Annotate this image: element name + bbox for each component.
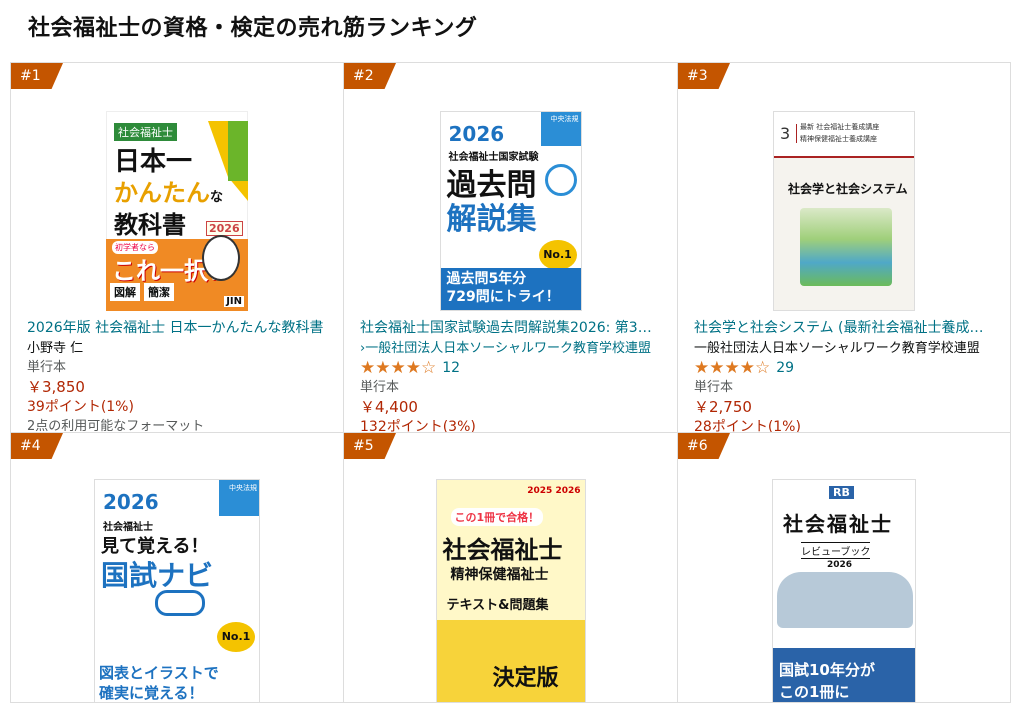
cover-sub: レビューブック xyxy=(801,542,871,559)
cover-main-2: 国試ナビ xyxy=(101,559,214,592)
ranking-grid: #1 社会福祉士 日本一 かんたんな 教科書 2026 初学者なら これ一択！ … xyxy=(10,62,1011,703)
cover-main-3: テキスト&問題集 xyxy=(446,598,549,613)
cover-tag: 中央法規 xyxy=(229,484,257,492)
other-formats-link[interactable]: 2点の利用可能なフォーマット xyxy=(27,417,333,432)
cover-tag-2: 簡潔 xyxy=(144,283,174,301)
cover-sub: 社会福祉士 xyxy=(103,522,153,533)
cover-year: 2026 xyxy=(103,490,159,514)
book-cover[interactable]: 3 最新 社会福祉士養成講座 精神保健福祉士養成講座 社会学と社会システム xyxy=(773,111,915,311)
book-cover[interactable]: 中央法規 2026 社会福祉士国家試験 過去問 解説集 No.1 過去問5年分 … xyxy=(439,111,582,311)
product-card-2[interactable]: #2 中央法規 2026 社会福祉士国家試験 過去問 解説集 No.1 過去問5… xyxy=(344,63,678,433)
cover-bottom-2: 確実に覚える！ xyxy=(99,684,204,702)
book-cover[interactable]: RB 社会福祉士 レビューブック 2026 国試10年分が この1冊に xyxy=(772,479,916,702)
cover-logo: RB xyxy=(829,486,854,499)
cover-bottom-1: 図表とイラストで xyxy=(99,664,219,682)
product-format: 単行本 xyxy=(360,380,400,395)
product-title[interactable]: 社会福祉士国家試験過去問解説集2026: 第3… xyxy=(360,319,667,337)
cover-series-1: 最新 社会福祉士養成講座 xyxy=(800,123,880,131)
product-author: 小野寺 仁 xyxy=(27,341,84,356)
cover-no1: No.1 xyxy=(538,240,577,270)
cover-main: 社会学と社会システム xyxy=(788,182,908,196)
cover-line3: 教科書 xyxy=(114,211,186,239)
cover-tag: 中央法規 xyxy=(550,115,579,123)
cover-main: 社会福祉士 xyxy=(783,512,893,536)
page-title: 社会福祉士の資格・検定の売れ筋ランキング xyxy=(28,16,478,41)
cover-main-1: 社会福祉士 xyxy=(442,536,563,564)
rank-badge: #1 xyxy=(11,63,63,89)
clock-icon xyxy=(544,164,577,196)
product-card-4[interactable]: #4 中央法規 2026 社会福祉士 見て覚える！ 国試ナビ No.1 図表とイ… xyxy=(11,433,344,703)
star-rating-icon: ★★★★☆ xyxy=(360,358,437,378)
product-card-5[interactable]: #5 2025 2026 この1冊で合格！ 社会福祉士 精神保健福祉士 テキスト… xyxy=(344,433,678,703)
rank-badge: #3 xyxy=(678,63,730,89)
landscape-image xyxy=(800,208,892,286)
book-cover[interactable]: 社会福祉士 日本一 かんたんな 教科書 2026 初学者なら これ一択！ 図解 … xyxy=(106,111,248,311)
product-price: ￥2,750 xyxy=(694,398,752,416)
cover-badge: 社会福祉士 xyxy=(114,123,177,141)
product-author: 一般社団法人日本ソーシャルワーク教育学校連盟 xyxy=(694,341,980,356)
product-price: ￥3,850 xyxy=(27,378,85,396)
cover-top: この1冊で合格！ xyxy=(450,508,544,526)
rank-badge: #5 xyxy=(344,433,396,459)
review-count[interactable]: 29 xyxy=(776,358,794,378)
cover-years: 2025 2026 xyxy=(527,486,581,496)
rating-row[interactable]: ★★★★☆ 29 xyxy=(694,358,1000,378)
product-card-3[interactable]: #3 3 最新 社会福祉士養成講座 精神保健福祉士養成講座 社会学と社会システム… xyxy=(678,63,1011,433)
cover-year: 2026 xyxy=(448,122,505,146)
review-count[interactable]: 12 xyxy=(442,358,460,378)
product-format: 単行本 xyxy=(27,360,67,375)
rank-badge: #4 xyxy=(11,433,63,459)
cover-series-2: 精神保健福祉士養成講座 xyxy=(800,135,877,143)
cover-publisher: JIN xyxy=(224,296,244,307)
rank-badge: #6 xyxy=(678,433,730,459)
cover-main-2: 解説集 xyxy=(446,202,537,237)
cover-tag-1: 図解 xyxy=(110,283,140,301)
cover-badge: 決定版 xyxy=(492,666,559,691)
cover-line2: かんたん xyxy=(114,179,210,207)
cover-main-2: 精神保健福祉士 xyxy=(450,567,549,583)
product-title[interactable]: 社会学と社会システム (最新社会福祉士養成… xyxy=(694,319,1000,337)
product-card-1[interactable]: #1 社会福祉士 日本一 かんたんな 教科書 2026 初学者なら これ一択！ … xyxy=(11,63,344,433)
product-points: 39ポイント(1%) xyxy=(27,399,134,415)
rank-badge: #2 xyxy=(344,63,396,89)
product-author[interactable]: ›一般社団法人日本ソーシャルワーク教育学校連盟 xyxy=(360,340,667,358)
product-title[interactable]: 2026年版 社会福祉士 日本一かんたんな教科書 xyxy=(27,319,333,337)
product-price: ￥4,400 xyxy=(360,398,418,416)
cover-no1: No.1 xyxy=(217,622,255,652)
product-card-6[interactable]: #6 RB 社会福祉士 レビューブック 2026 国試10年分が この1冊に xyxy=(678,433,1011,703)
cover-line2-suffix: な xyxy=(210,190,224,205)
elephant-illustration xyxy=(777,572,913,628)
cover-bottom-1: 国試10年分が xyxy=(779,661,875,679)
cover-bottom-2: この1冊に xyxy=(779,683,850,701)
cover-year: 2026 xyxy=(827,560,853,570)
book-cover[interactable]: 中央法規 2026 社会福祉士 見て覚える！ 国試ナビ No.1 図表とイラスト… xyxy=(94,479,260,702)
binoculars-icon xyxy=(155,590,205,616)
product-points: 132ポイント(3%) xyxy=(360,419,476,433)
book-cover[interactable]: 2025 2026 この1冊で合格！ 社会福祉士 精神保健福祉士 テキスト&問題… xyxy=(435,479,586,702)
cover-bottom-1: 過去問5年分 xyxy=(446,271,527,287)
cover-bottom-2: 729問にトライ！ xyxy=(446,289,560,305)
cover-num: 3 xyxy=(780,124,798,143)
product-format: 単行本 xyxy=(694,380,734,395)
product-points: 28ポイント(1%) xyxy=(694,419,801,433)
rating-row[interactable]: ★★★★☆ 12 xyxy=(360,358,667,378)
cover-year: 2026 xyxy=(206,221,243,236)
star-rating-icon: ★★★★☆ xyxy=(694,358,771,378)
